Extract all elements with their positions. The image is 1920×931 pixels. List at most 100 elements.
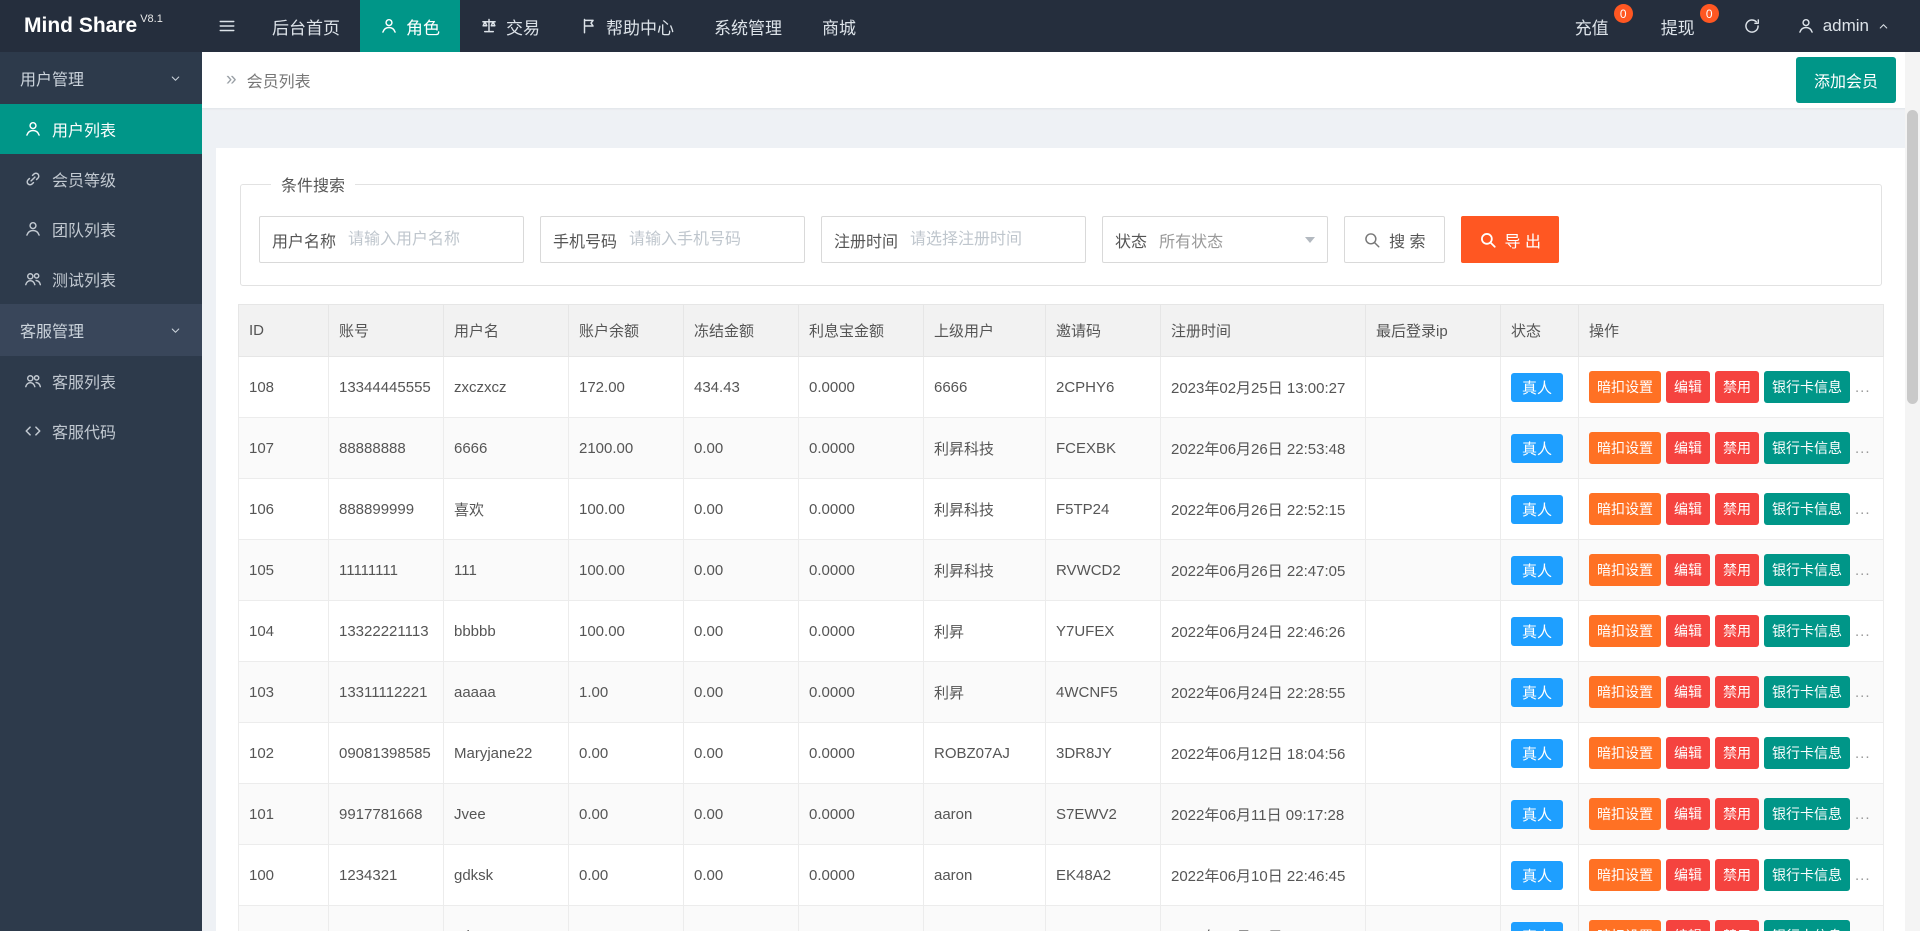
topnav-item-home[interactable]: 后台首页 — [252, 0, 360, 52]
bank-card-info-button[interactable]: 银行卡信息 — [1764, 920, 1850, 931]
deduct-settings-button[interactable]: 暗扣设置 — [1589, 798, 1661, 830]
more-actions[interactable]: ... — [1855, 867, 1871, 884]
topnav-item-label: 系统管理 — [714, 14, 782, 39]
deduct-settings-button[interactable]: 暗扣设置 — [1589, 432, 1661, 464]
more-actions[interactable]: ... — [1855, 623, 1871, 640]
edit-button[interactable]: 编辑 — [1666, 737, 1710, 769]
disable-button[interactable]: 禁用 — [1715, 615, 1759, 647]
bank-card-info-button[interactable]: 银行卡信息 — [1764, 737, 1850, 769]
more-actions[interactable]: ... — [1855, 745, 1871, 762]
topnav-item-trade[interactable]: 交易 — [460, 0, 560, 52]
column-header: 冻结金额 — [684, 305, 799, 357]
status-badge[interactable]: 真人 — [1511, 373, 1563, 402]
sidebar-item-test-list[interactable]: 测试列表 — [0, 254, 202, 304]
sidebar-group-header-service-management[interactable]: 客服管理 — [0, 304, 202, 356]
bank-card-info-button[interactable]: 银行卡信息 — [1764, 676, 1850, 708]
edit-button[interactable]: 编辑 — [1666, 432, 1710, 464]
cell-interest: 0.0000 — [799, 845, 924, 906]
scrollbar[interactable] — [1905, 52, 1920, 931]
status-badge[interactable]: 真人 — [1511, 861, 1563, 890]
bank-card-info-button[interactable]: 银行卡信息 — [1764, 371, 1850, 403]
withdraw-button[interactable]: 提现 0 — [1641, 0, 1727, 52]
deduct-settings-button[interactable]: 暗扣设置 — [1589, 920, 1661, 931]
bank-card-info-button[interactable]: 银行卡信息 — [1764, 432, 1850, 464]
cell-actions: 暗扣设置编辑禁用银行卡信息... — [1579, 723, 1884, 784]
status-badge[interactable]: 真人 — [1511, 617, 1563, 646]
disable-button[interactable]: 禁用 — [1715, 554, 1759, 586]
bank-card-info-button[interactable]: 银行卡信息 — [1764, 798, 1850, 830]
edit-button[interactable]: 编辑 — [1666, 493, 1710, 525]
cell-id: 105 — [239, 540, 329, 601]
status-badge[interactable]: 真人 — [1511, 800, 1563, 829]
bank-card-info-button[interactable]: 银行卡信息 — [1764, 615, 1850, 647]
more-actions[interactable]: ... — [1855, 562, 1871, 579]
sidebar-item-member-level[interactable]: 会员等级 — [0, 154, 202, 204]
deduct-settings-button[interactable]: 暗扣设置 — [1589, 371, 1661, 403]
edit-button[interactable]: 编辑 — [1666, 859, 1710, 891]
disable-button[interactable]: 禁用 — [1715, 920, 1759, 931]
topnav-item-roles[interactable]: 角色 — [360, 0, 460, 52]
cell-account: 9917781668 — [329, 784, 444, 845]
disable-button[interactable]: 禁用 — [1715, 737, 1759, 769]
status-badge[interactable]: 真人 — [1511, 495, 1563, 524]
phone-input[interactable] — [629, 217, 804, 262]
edit-button[interactable]: 编辑 — [1666, 615, 1710, 647]
bank-card-info-button[interactable]: 银行卡信息 — [1764, 493, 1850, 525]
deduct-settings-button[interactable]: 暗扣设置 — [1589, 676, 1661, 708]
menu-toggle-button[interactable] — [202, 0, 252, 52]
disable-button[interactable]: 禁用 — [1715, 798, 1759, 830]
status-badge[interactable]: 真人 — [1511, 678, 1563, 707]
bank-card-info-button[interactable]: 银行卡信息 — [1764, 859, 1850, 891]
user-icon — [24, 120, 42, 138]
sidebar-item-service-code[interactable]: 客服代码 — [0, 406, 202, 456]
cell-last-ip — [1366, 784, 1501, 845]
reg-time-input[interactable] — [910, 217, 1085, 262]
column-header: 最后登录ip — [1366, 305, 1501, 357]
sidebar-group-header-user-management[interactable]: 用户管理 — [0, 52, 202, 104]
refresh-button[interactable] — [1727, 0, 1777, 52]
more-actions[interactable]: ... — [1855, 684, 1871, 701]
disable-button[interactable]: 禁用 — [1715, 676, 1759, 708]
more-actions[interactable]: ... — [1855, 440, 1871, 457]
edit-button[interactable]: 编辑 — [1666, 798, 1710, 830]
edit-button[interactable]: 编辑 — [1666, 920, 1710, 931]
status-select[interactable]: 所有状态 — [1159, 217, 1327, 262]
edit-button[interactable]: 编辑 — [1666, 554, 1710, 586]
status-badge[interactable]: 真人 — [1511, 434, 1563, 463]
sidebar-item-service-list[interactable]: 客服列表 — [0, 356, 202, 406]
table-row: 10813344445555zxczxcz172.00434.430.00006… — [239, 357, 1884, 418]
export-button[interactable]: 导 出 — [1461, 216, 1559, 263]
cell-status: 真人 — [1501, 418, 1579, 479]
more-actions[interactable]: ... — [1855, 806, 1871, 823]
topnav-item-system[interactable]: 系统管理 — [694, 0, 802, 52]
more-actions[interactable]: ... — [1855, 501, 1871, 518]
sidebar-item-label: 客服代码 — [52, 419, 116, 443]
edit-button[interactable]: 编辑 — [1666, 371, 1710, 403]
sidebar-item-team-list[interactable]: 团队列表 — [0, 204, 202, 254]
topnav-item-mall[interactable]: 商城 — [802, 0, 876, 52]
status-badge[interactable]: 真人 — [1511, 739, 1563, 768]
disable-button[interactable]: 禁用 — [1715, 859, 1759, 891]
disable-button[interactable]: 禁用 — [1715, 371, 1759, 403]
deduct-settings-button[interactable]: 暗扣设置 — [1589, 493, 1661, 525]
sidebar-item-user-list[interactable]: 用户列表 — [0, 104, 202, 154]
disable-button[interactable]: 禁用 — [1715, 493, 1759, 525]
chevron-down-icon — [1305, 237, 1315, 243]
scrollbar-thumb[interactable] — [1907, 110, 1918, 404]
deduct-settings-button[interactable]: 暗扣设置 — [1589, 615, 1661, 647]
more-actions[interactable]: ... — [1855, 379, 1871, 396]
deduct-settings-button[interactable]: 暗扣设置 — [1589, 554, 1661, 586]
deduct-settings-button[interactable]: 暗扣设置 — [1589, 859, 1661, 891]
search-button[interactable]: 搜 索 — [1344, 216, 1444, 263]
bank-card-info-button[interactable]: 银行卡信息 — [1764, 554, 1850, 586]
status-badge[interactable]: 真人 — [1511, 922, 1563, 931]
admin-menu[interactable]: admin — [1777, 0, 1910, 52]
deduct-settings-button[interactable]: 暗扣设置 — [1589, 737, 1661, 769]
username-input[interactable] — [348, 217, 523, 262]
status-badge[interactable]: 真人 — [1511, 556, 1563, 585]
topnav-item-help-center[interactable]: 帮助中心 — [560, 0, 694, 52]
add-member-button[interactable]: 添加会员 — [1796, 57, 1896, 103]
recharge-button[interactable]: 充值 0 — [1555, 0, 1641, 52]
edit-button[interactable]: 编辑 — [1666, 676, 1710, 708]
disable-button[interactable]: 禁用 — [1715, 432, 1759, 464]
